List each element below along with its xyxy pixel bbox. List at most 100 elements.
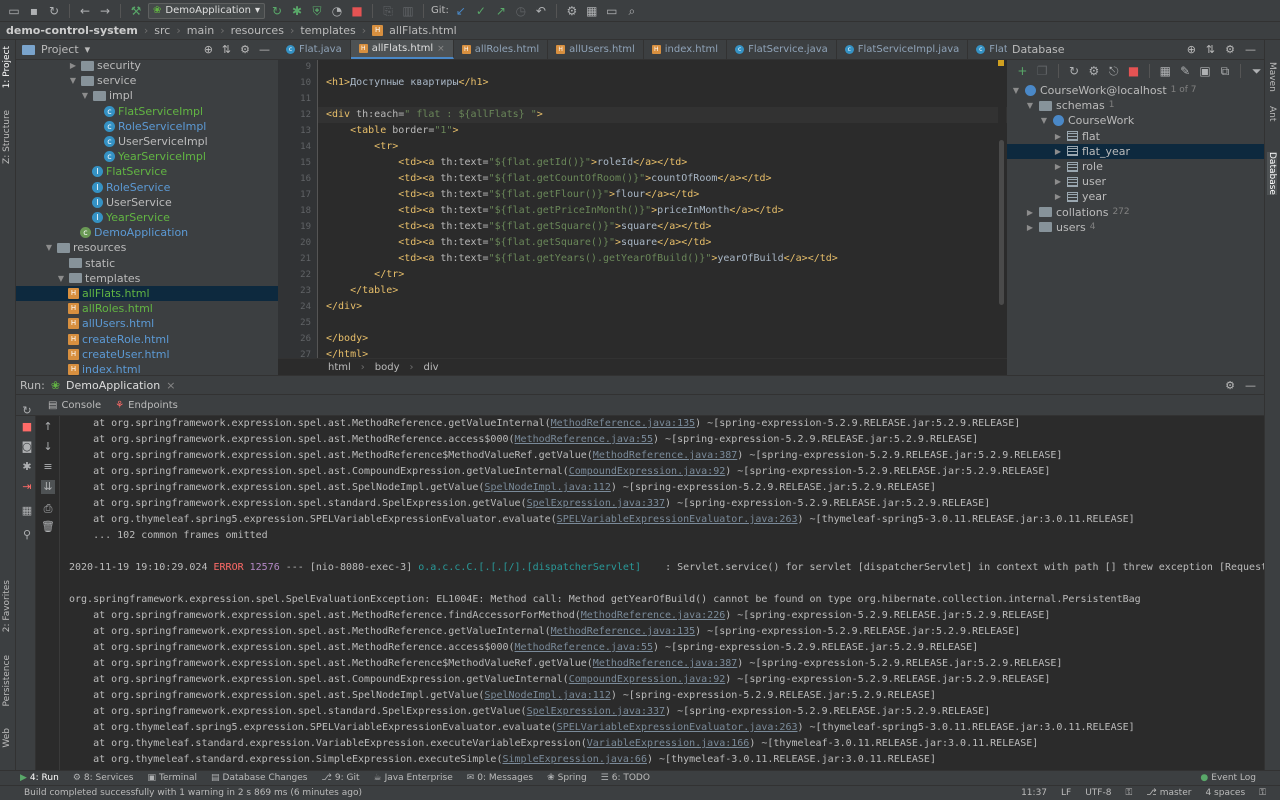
source-link[interactable]: SpelNodeImpl.java:112 (484, 690, 610, 701)
rerun-icon[interactable]: ↻ (269, 3, 285, 19)
refresh-icon[interactable]: ↻ (1067, 63, 1082, 79)
soft-wrap-icon[interactable]: ≡ (41, 460, 55, 474)
source-link[interactable]: MethodReference.java:55 (515, 434, 653, 445)
code-line[interactable]: <tr> (326, 139, 398, 155)
expand-arrow-icon[interactable]: ▼ (1039, 113, 1049, 128)
bottom-tab[interactable]: ☕ Java Enterprise (374, 773, 453, 783)
code-line[interactable]: <td><a th:text="${flat.getSquare()}">squ… (326, 219, 711, 235)
code-line[interactable]: </table> (326, 283, 398, 299)
coverage-icon[interactable]: ⛨ (309, 3, 325, 19)
expand-arrow-icon[interactable]: ▶ (1053, 174, 1063, 189)
coverage-data-icon[interactable]: ▥ (400, 3, 416, 19)
file-encoding[interactable]: UTF-8 (1085, 788, 1111, 798)
database-tree-item[interactable]: ▶ flat_year (1007, 143, 1264, 159)
source-link[interactable]: MethodReference.java:135 (551, 418, 696, 429)
expand-arrow-icon[interactable]: ▼ (1025, 98, 1035, 113)
print-icon[interactable]: ⎙ (41, 502, 55, 516)
sync-icon[interactable]: ↻ (46, 3, 62, 19)
stop-icon[interactable]: ■ (20, 420, 34, 434)
code-line[interactable]: <td><a th:text="${flat.getSquare()}">squ… (326, 235, 711, 251)
stop-icon[interactable]: ■ (349, 3, 365, 19)
down-arrow-icon[interactable]: ↓ (41, 440, 55, 454)
bottom-tab[interactable]: ▣ Terminal (147, 773, 197, 783)
source-link[interactable]: MethodReference.java:387 (593, 450, 738, 461)
console-output[interactable]: at org.springframework.expression.spel.a… (60, 416, 1264, 770)
breadcrumb-project[interactable]: demo-control-system (6, 24, 138, 37)
open-folder-icon[interactable]: ▭ (6, 3, 22, 19)
source-link[interactable]: SPELVariableExpressionEvaluator.java:263 (557, 722, 798, 733)
tool-window-database[interactable]: Database (1267, 152, 1277, 195)
lock-icon[interactable]: ⚿ (1259, 788, 1266, 798)
tool-window-structure[interactable]: Z: Structure (2, 110, 12, 164)
git-push-icon[interactable]: ↗ (493, 3, 509, 19)
back-icon[interactable]: ← (77, 3, 93, 19)
project-tree-item[interactable]: ▼ templates (16, 271, 140, 286)
git-update-icon[interactable]: ↙ (453, 3, 469, 19)
code-editor[interactable]: 9 10 11 12 13 14 15 16 17 18 19 20 21 22 23 24 25 26 27 <h… (278, 60, 1007, 358)
gear-icon[interactable]: ⚙ (1225, 379, 1235, 392)
git-commit-icon[interactable]: ✓ (473, 3, 489, 19)
scrollbar-thumb[interactable] (999, 140, 1004, 305)
project-tree-item[interactable]: HallRoles.html (16, 301, 153, 316)
git-branch[interactable]: master (1160, 788, 1192, 798)
source-link[interactable]: SPELVariableExpressionEvaluator.java:263 (557, 514, 798, 525)
database-tree-item[interactable]: ▶ users 4 (1007, 220, 1096, 235)
source-link[interactable]: SpelNodeImpl.java:112 (484, 482, 610, 493)
bottom-tab[interactable]: ⎇ 9: Git (322, 773, 360, 783)
project-panel-title[interactable]: Project (41, 43, 79, 56)
tool-window-persistence[interactable]: Persistence (2, 655, 12, 706)
add-datasource-icon[interactable]: + (1015, 63, 1030, 79)
up-arrow-icon[interactable]: ↑ (41, 420, 55, 434)
editor-tab[interactable]: HallUsers.html (548, 40, 644, 59)
path-body[interactable]: body (375, 362, 400, 373)
tool-window-maven[interactable]: Maven (1267, 62, 1277, 92)
code-line[interactable]: </body> (326, 331, 368, 347)
path-div[interactable]: div (424, 362, 439, 373)
presentation-icon[interactable]: ▭ (604, 3, 620, 19)
jump-icon[interactable]: ⧉ (1217, 63, 1232, 79)
expand-arrow-icon[interactable]: ▼ (1011, 83, 1021, 98)
database-tree-item[interactable]: ▶ year (1007, 189, 1107, 204)
code-line[interactable]: <td><a th:text="${flat.getCountOfRoom()}… (326, 171, 771, 187)
tool-window-ant[interactable]: Ant (1267, 106, 1277, 121)
hide-icon[interactable]: — (259, 43, 270, 56)
database-tree-item[interactable]: ▼ CourseWork (1007, 113, 1134, 128)
bottom-tab[interactable]: ☰ 6: TODO (601, 773, 650, 783)
filter-icon[interactable]: ⏷ (1249, 63, 1264, 79)
console-icon[interactable]: ▣ (1198, 63, 1213, 79)
project-structure-icon[interactable]: ▦ (584, 3, 600, 19)
editor-tab[interactable]: c Flat.java (278, 40, 351, 59)
breadcrumb-resources[interactable]: resources (231, 24, 284, 37)
editor-scrollbar[interactable] (998, 60, 1006, 358)
breadcrumb-src[interactable]: src (154, 24, 170, 37)
source-link[interactable]: MethodReference.java:55 (515, 642, 653, 653)
attach-debugger-icon[interactable]: ⎘ (380, 3, 396, 19)
chevron-down-icon[interactable]: ▾ (85, 43, 91, 56)
database-tree-item[interactable]: ▶ role (1007, 159, 1103, 174)
rerun-icon[interactable]: ↻ (20, 404, 34, 418)
gear-icon[interactable]: ⚙ (240, 43, 250, 56)
project-tree-item[interactable]: ▼ resources (16, 240, 126, 255)
event-log-button[interactable]: ● Event Log (1200, 773, 1280, 783)
project-tree-item[interactable]: ▼ impl (16, 88, 133, 103)
project-tree-item[interactable]: HallUsers.html (16, 316, 154, 331)
project-tree-item[interactable]: c FlatServiceImpl (16, 104, 203, 119)
code-line[interactable]: <td><a th:text="${flat.getYears().getYea… (326, 251, 838, 267)
bottom-tab[interactable]: ⚙ 8: Services (73, 773, 134, 783)
code-line[interactable]: </tr> (326, 267, 404, 283)
editor-tab[interactable]: cFlatController.ja (968, 40, 1007, 59)
source-link[interactable]: VariableExpression.java:166 (587, 738, 750, 749)
git-history-icon[interactable]: ◷ (513, 3, 529, 19)
source-link[interactable]: SimpleExpression.java:66 (502, 754, 647, 765)
collapse-all-icon[interactable]: ⇅ (1206, 43, 1215, 56)
table-view-icon[interactable]: ▦ (1158, 63, 1173, 79)
run-config-tab[interactable]: DemoApplication (66, 379, 160, 392)
bottom-tab[interactable]: ✉ 0: Messages (467, 773, 533, 783)
path-html[interactable]: html (328, 362, 351, 373)
expand-arrow-icon[interactable]: ▼ (56, 271, 66, 286)
git-rollback-icon[interactable]: ↶ (533, 3, 549, 19)
project-tree-item[interactable]: c RoleServiceImpl (16, 119, 206, 134)
source-link[interactable]: CompoundExpression.java:92 (569, 674, 726, 685)
line-separator[interactable]: LF (1061, 788, 1071, 798)
code-line[interactable]: <h1>Доступные квартиры</h1> (326, 75, 489, 91)
